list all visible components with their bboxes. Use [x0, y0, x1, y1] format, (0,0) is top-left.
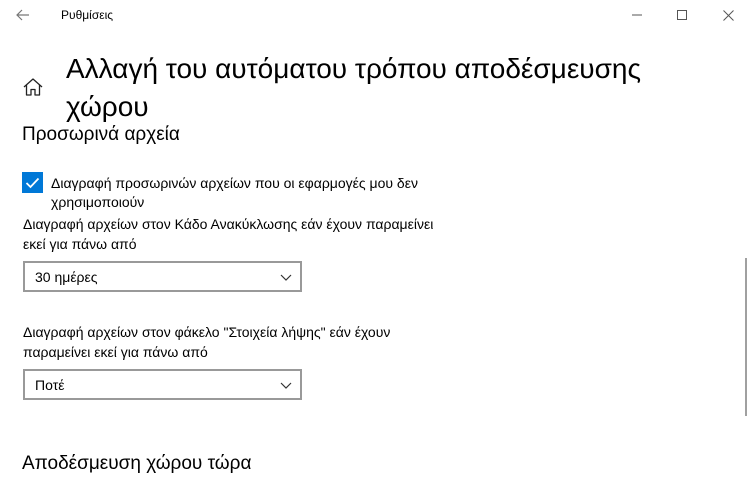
checkmark-icon: [25, 177, 40, 188]
home-button[interactable]: [22, 76, 44, 98]
page-title: Αλλαγή του αυτόματου τρόπου αποδέσμευσης…: [66, 53, 641, 122]
recycle-bin-dropdown-value: 30 ημέρες: [35, 269, 98, 285]
temp-files-section-title: Προσωρινά αρχεία: [22, 124, 180, 145]
close-button[interactable]: [705, 0, 750, 30]
home-icon: [23, 78, 43, 96]
downloads-dropdown-value: Ποτέ: [35, 377, 65, 393]
back-arrow-icon: [16, 9, 29, 21]
title-bar: Ρυθμίσεις: [0, 0, 750, 30]
downloads-label: Διαγραφή αρχείων στον φάκελο "Στοιχεία λ…: [23, 324, 391, 360]
back-button[interactable]: [8, 2, 38, 28]
minimize-icon: [632, 14, 642, 16]
free-space-section-title: Αποδέσμευση χώρου τώρα: [22, 453, 252, 474]
close-icon: [722, 9, 734, 21]
downloads-dropdown[interactable]: Ποτέ: [23, 369, 302, 400]
delete-temp-files-checkbox[interactable]: [22, 172, 43, 193]
scrollbar-thumb[interactable]: [745, 258, 747, 416]
minimize-button[interactable]: [614, 0, 660, 30]
chevron-down-icon: [280, 382, 292, 389]
chevron-down-icon: [280, 274, 292, 281]
delete-temp-files-label: Διαγραφή προσωρινών αρχείων που οι εφαρμ…: [51, 175, 418, 210]
maximize-button[interactable]: [659, 0, 705, 30]
recycle-bin-dropdown[interactable]: 30 ημέρες: [23, 261, 302, 292]
maximize-icon: [677, 10, 687, 20]
app-title: Ρυθμίσεις: [61, 8, 114, 22]
recycle-bin-label: Διαγραφή αρχείων στον Κάδο Ανακύκλωσης ε…: [23, 216, 434, 252]
settings-window: Ρυθμίσεις Αλλαγή του αυτόματου τρόπου απ…: [0, 0, 750, 500]
